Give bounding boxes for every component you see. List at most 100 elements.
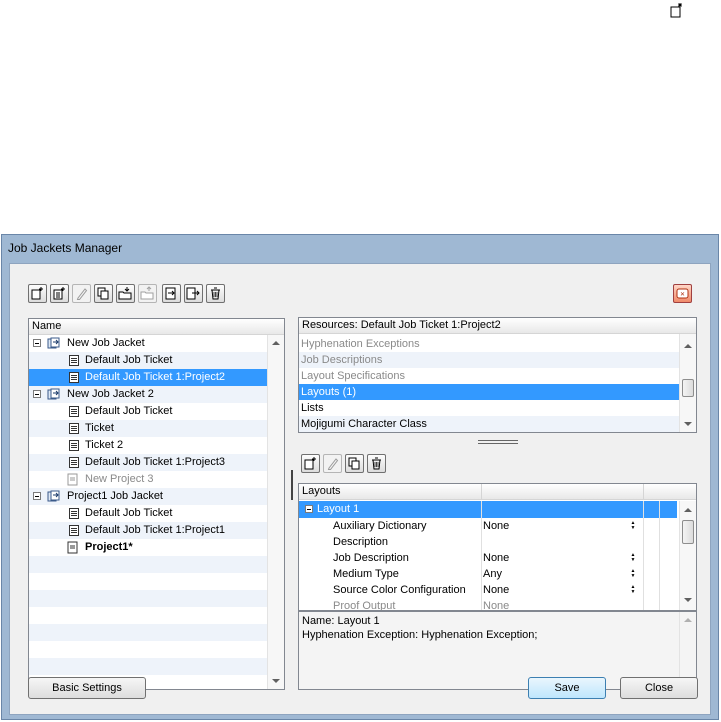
duplicate-layout-button[interactable] xyxy=(345,454,364,473)
basic-settings-button[interactable]: Basic Settings xyxy=(28,677,146,699)
tree-row[interactable] xyxy=(29,573,267,590)
scroll-down-icon[interactable] xyxy=(684,598,692,602)
splitter-grip[interactable] xyxy=(478,440,518,441)
layouts-header-end xyxy=(643,484,696,500)
delete-layout-button[interactable] xyxy=(367,454,386,473)
tree-item-label: Project1* xyxy=(85,541,133,553)
tree-row[interactable]: Ticket xyxy=(29,420,267,437)
duplicate-icon xyxy=(97,287,109,300)
new-jacket-icon xyxy=(31,287,43,300)
scroll-up-icon[interactable] xyxy=(684,618,692,622)
property-row[interactable]: Medium Type Any ▲ ▼ xyxy=(299,566,677,582)
layouts-scrollbar[interactable] xyxy=(679,501,696,610)
stepper-icon[interactable]: ▲ ▼ xyxy=(629,585,637,595)
job-tree-panel: Name New Job Jacket Default Job Ticket Def… xyxy=(28,318,285,690)
tree-row[interactable] xyxy=(29,624,267,641)
resource-item[interactable]: Hyphenation Exceptions xyxy=(299,336,679,352)
job-ticket-icon xyxy=(69,457,79,468)
edit-icon xyxy=(76,288,88,300)
resources-scroll-thumb[interactable] xyxy=(682,379,694,397)
job-ticket-icon xyxy=(69,423,79,434)
stepper-icon[interactable]: ▲ ▼ xyxy=(629,521,637,531)
scroll-up-icon[interactable] xyxy=(272,341,280,345)
tree-row[interactable]: Default Job Ticket xyxy=(29,505,267,522)
resource-item[interactable]: Lists xyxy=(299,400,679,416)
duplicate-button[interactable] xyxy=(94,284,113,303)
collapse-icon[interactable] xyxy=(33,390,41,398)
tree-row[interactable] xyxy=(29,590,267,607)
tree-row[interactable] xyxy=(29,658,267,675)
delete-button[interactable] xyxy=(206,284,225,303)
panel-resize-handle[interactable] xyxy=(291,470,293,500)
layout-group-row[interactable]: Layout 1 xyxy=(299,501,677,518)
scroll-down-icon[interactable] xyxy=(684,422,692,426)
scroll-down-icon[interactable] xyxy=(272,679,280,683)
job-ticket-icon xyxy=(69,440,79,451)
resource-item[interactable]: Layouts (1) xyxy=(299,384,679,400)
tree-item-label: Default Job Ticket xyxy=(85,405,173,417)
resources-header[interactable]: Resources: Default Job Ticket 1:Project2 xyxy=(299,318,677,334)
tree-item-label: Default Job Ticket 1:Project2 xyxy=(85,371,226,383)
tree-row[interactable] xyxy=(29,641,267,658)
tree-row[interactable]: Default Job Ticket 1:Project2 xyxy=(29,369,267,386)
tree-row[interactable]: Ticket 2 xyxy=(29,437,267,454)
tree-row[interactable]: Project1 Job Jacket xyxy=(29,488,267,505)
property-row[interactable]: Proof Output None xyxy=(299,598,677,610)
edit-layout-button[interactable] xyxy=(323,454,342,473)
property-row[interactable]: Job Description None ▲ ▼ xyxy=(299,550,677,566)
layouts-header[interactable]: Layouts xyxy=(299,484,481,500)
save-as-button[interactable] xyxy=(184,284,203,303)
resource-item[interactable]: Layout Specifications xyxy=(299,368,679,384)
property-value[interactable]: None xyxy=(483,598,509,610)
new-ticket-icon xyxy=(53,287,65,300)
tree-item-label: New Job Jacket 2 xyxy=(67,388,154,400)
tree-row[interactable]: New Job Jacket 2 xyxy=(29,386,267,403)
tree-row[interactable]: Default Job Ticket xyxy=(29,352,267,369)
resource-item[interactable]: Job Descriptions xyxy=(299,352,679,368)
tree-item-label: Default Job Ticket 1:Project3 xyxy=(85,456,226,468)
tree-row[interactable]: Default Job Ticket 1:Project1 xyxy=(29,522,267,539)
close-button[interactable]: Close xyxy=(620,677,698,699)
stepper-icon[interactable]: ▲ ▼ xyxy=(629,569,637,579)
property-row[interactable]: Source Color Configuration None ▲ ▼ xyxy=(299,582,677,598)
resource-item[interactable]: Mojigumi Character Class xyxy=(299,416,679,432)
property-row[interactable]: Auxiliary Dictionary None ▲ ▼ xyxy=(299,518,677,534)
property-value[interactable]: None xyxy=(483,518,509,534)
tree-row[interactable]: New Job Jacket xyxy=(29,335,267,352)
tree-row[interactable] xyxy=(29,556,267,573)
property-value[interactable]: None xyxy=(483,550,509,566)
new-jacket-button[interactable] xyxy=(28,284,47,303)
column-divider xyxy=(481,501,482,610)
collapse-icon[interactable] xyxy=(305,505,313,513)
help-button[interactable]: ✕ xyxy=(673,284,692,303)
import-button[interactable] xyxy=(116,284,135,303)
export-button[interactable] xyxy=(138,284,157,303)
scroll-up-icon[interactable] xyxy=(684,344,692,348)
resources-scrollbar[interactable] xyxy=(679,334,696,432)
edit-button[interactable] xyxy=(72,284,91,303)
tree-row[interactable] xyxy=(29,607,267,624)
property-value[interactable]: Any xyxy=(483,566,502,582)
layouts-panel: Layouts Layout 1 Auxiliary Dictionary Non… xyxy=(298,483,697,611)
layouts-scroll-thumb[interactable] xyxy=(682,520,694,544)
tree-item-label: Ticket 2 xyxy=(85,439,124,451)
property-row[interactable]: Description xyxy=(299,534,677,550)
new-layout-button[interactable] xyxy=(301,454,320,473)
scroll-up-icon[interactable] xyxy=(684,508,692,512)
tree-row[interactable]: Project1* xyxy=(29,539,267,556)
tree-row[interactable]: Default Job Ticket xyxy=(29,403,267,420)
tree-scrollbar[interactable] xyxy=(267,335,284,689)
column-divider xyxy=(643,501,644,610)
tree-name-header[interactable]: Name xyxy=(29,319,267,335)
save-button[interactable]: Save xyxy=(528,677,606,699)
new-ticket-button[interactable] xyxy=(50,284,69,303)
property-name: Description xyxy=(333,536,389,548)
stepper-icon[interactable]: ▲ ▼ xyxy=(629,553,637,563)
tree-row[interactable]: Default Job Ticket 1:Project3 xyxy=(29,454,267,471)
property-value[interactable]: None xyxy=(483,582,509,598)
import-icon xyxy=(118,287,132,300)
collapse-icon[interactable] xyxy=(33,339,41,347)
collapse-icon[interactable] xyxy=(33,492,41,500)
tree-row[interactable]: New Project 3 xyxy=(29,471,267,488)
link-button[interactable] xyxy=(162,284,181,303)
